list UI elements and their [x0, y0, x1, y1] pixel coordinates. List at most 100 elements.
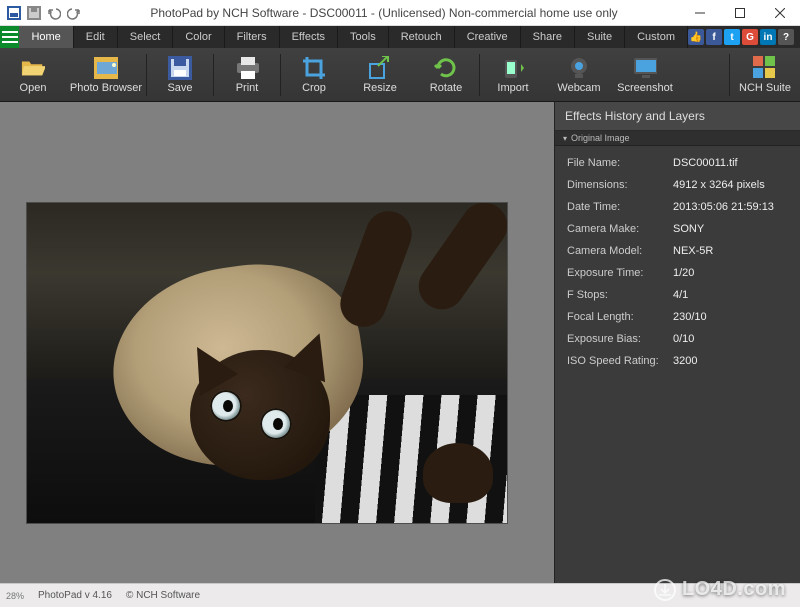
meta-val: SONY [673, 223, 704, 235]
print-icon [235, 56, 259, 80]
tab-retouch[interactable]: Retouch [389, 26, 455, 48]
statusbar: 28% PhotoPad v 4.16 © NCH Software [0, 583, 800, 607]
meta-val: DSC00011.tif [673, 157, 738, 169]
save-button[interactable]: Save [147, 48, 213, 101]
app-icon [6, 5, 22, 21]
tab-suite[interactable]: Suite [575, 26, 625, 48]
photo-browser-button[interactable]: Photo Browser [66, 48, 146, 101]
meta-val: 4912 x 3264 pixels [673, 179, 765, 191]
meta-key: Camera Make: [567, 223, 673, 235]
meta-key: File Name: [567, 157, 673, 169]
panel-title: Effects History and Layers [555, 102, 800, 131]
tab-tools[interactable]: Tools [338, 26, 389, 48]
window-title: PhotoPad by NCH Software - DSC00011 - (U… [88, 6, 680, 20]
meta-key: Exposure Bias: [567, 333, 673, 345]
meta-key: Exposure Time: [567, 267, 673, 279]
photo-preview[interactable] [27, 203, 507, 523]
resize-button[interactable]: Resize [347, 48, 413, 101]
webcam-button[interactable]: Webcam [546, 48, 612, 101]
tab-share[interactable]: Share [521, 26, 575, 48]
meta-row: Dimensions:4912 x 3264 pixels [555, 174, 800, 196]
meta-key: Date Time: [567, 201, 673, 213]
canvas-area[interactable] [0, 102, 554, 583]
minimize-button[interactable] [680, 0, 720, 26]
tab-home[interactable]: Home [19, 26, 73, 48]
open-button[interactable]: Open [0, 48, 66, 101]
menubar: HomeEditSelectColorFiltersEffectsToolsRe… [0, 26, 800, 48]
folder-open-icon [21, 56, 45, 80]
meta-val: 0/10 [673, 333, 694, 345]
workspace: Effects History and Layers Original Imag… [0, 102, 800, 583]
resize-label: Resize [363, 82, 397, 94]
save-icon [168, 56, 192, 80]
rotate-button[interactable]: Rotate [413, 48, 479, 101]
meta-key: ISO Speed Rating: [567, 355, 673, 367]
twitter-icon[interactable]: t [724, 29, 740, 45]
import-label: Import [497, 82, 528, 94]
meta-row: Exposure Time:1/20 [555, 262, 800, 284]
save-icon[interactable] [26, 5, 42, 21]
statusbar-app: PhotoPad v 4.16 [38, 590, 112, 601]
meta-val: 230/10 [673, 311, 707, 323]
zoom-level: 28% [6, 591, 24, 601]
screenshot-label: Screenshot [617, 82, 673, 94]
screenshot-icon [633, 56, 657, 80]
tab-creative[interactable]: Creative [455, 26, 521, 48]
print-button[interactable]: Print [214, 48, 280, 101]
import-button[interactable]: Import [480, 48, 546, 101]
meta-row: Camera Model:NEX-5R [555, 240, 800, 262]
panel-subheader[interactable]: Original Image [555, 131, 800, 146]
resize-icon [368, 56, 392, 80]
window-controls [680, 0, 800, 26]
photo-browser-label: Photo Browser [70, 82, 142, 94]
meta-row: ISO Speed Rating:3200 [555, 350, 800, 372]
meta-val: NEX-5R [673, 245, 713, 257]
meta-row: F Stops:4/1 [555, 284, 800, 306]
meta-row: Date Time:2013:05:06 21:59:13 [555, 196, 800, 218]
tab-custom[interactable]: Custom [625, 26, 688, 48]
crop-icon [302, 56, 326, 80]
screenshot-button[interactable]: Screenshot [612, 48, 678, 101]
effects-history-panel: Effects History and Layers Original Imag… [554, 102, 800, 583]
nch-suite-button[interactable]: NCH Suite [730, 48, 800, 101]
meta-val: 2013:05:06 21:59:13 [673, 201, 774, 213]
facebook-icon[interactable]: f [706, 29, 722, 45]
crop-button[interactable]: Crop [281, 48, 347, 101]
tab-select[interactable]: Select [118, 26, 174, 48]
meta-row: Exposure Bias:0/10 [555, 328, 800, 350]
like-icon[interactable]: 👍 [688, 29, 704, 45]
webcam-label: Webcam [557, 82, 600, 94]
crop-label: Crop [302, 82, 326, 94]
linkedin-icon[interactable]: in [760, 29, 776, 45]
undo-icon[interactable] [46, 5, 62, 21]
rotate-icon [434, 56, 458, 80]
titlebar: PhotoPad by NCH Software - DSC00011 - (U… [0, 0, 800, 26]
meta-row: Focal Length:230/10 [555, 306, 800, 328]
tab-edit[interactable]: Edit [74, 26, 118, 48]
help-icon[interactable]: ? [778, 29, 794, 45]
statusbar-vendor: © NCH Software [126, 590, 200, 601]
nch-suite-label: NCH Suite [739, 82, 791, 94]
save-label: Save [167, 82, 192, 94]
meta-row: File Name:DSC00011.tif [555, 152, 800, 174]
tab-color[interactable]: Color [173, 26, 224, 48]
meta-key: F Stops: [567, 289, 673, 301]
meta-key: Focal Length: [567, 311, 673, 323]
meta-row: Camera Make:SONY [555, 218, 800, 240]
social-icons: 👍ftGin? [688, 26, 800, 48]
quick-access-toolbar [0, 5, 88, 21]
meta-val: 1/20 [673, 267, 694, 279]
redo-icon[interactable] [66, 5, 82, 21]
meta-val: 4/1 [673, 289, 688, 301]
open-label: Open [20, 82, 47, 94]
meta-key: Dimensions: [567, 179, 673, 191]
webcam-icon [567, 56, 591, 80]
tab-effects[interactable]: Effects [280, 26, 338, 48]
browser-icon [94, 56, 118, 80]
maximize-button[interactable] [720, 0, 760, 26]
google-icon[interactable]: G [742, 29, 758, 45]
app-menu-button[interactable] [0, 26, 19, 48]
suite-icon [753, 56, 777, 80]
tab-filters[interactable]: Filters [225, 26, 280, 48]
close-button[interactable] [760, 0, 800, 26]
